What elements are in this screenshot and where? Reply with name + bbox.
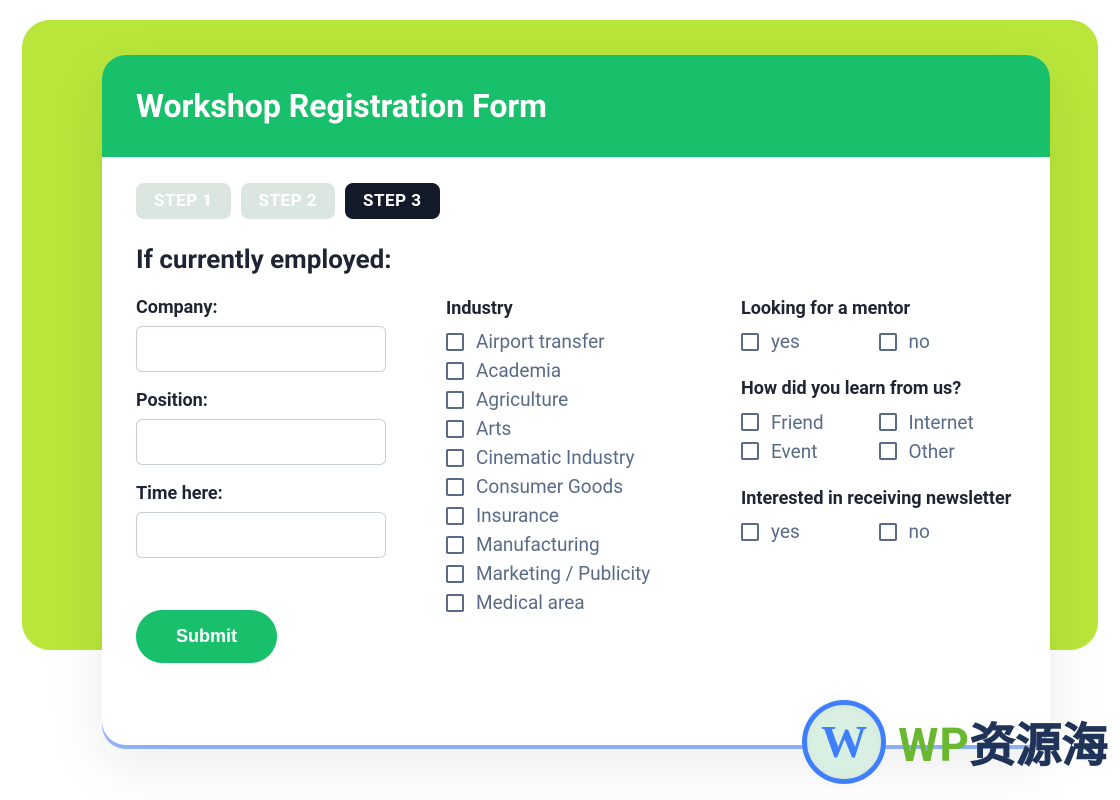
newsletter-option-no[interactable]: no (879, 520, 1017, 543)
checkbox-label: Internet (909, 411, 974, 434)
checkbox-label: Marketing / Publicity (476, 562, 650, 585)
mentor-option-no[interactable]: no (879, 330, 1017, 353)
form-header: Workshop Registration Form (102, 55, 1050, 157)
watermark-text: WP资源海 (898, 709, 1108, 775)
form-columns: Company: Position: Time here: Submit Ind… (136, 297, 1016, 663)
checkbox-icon (741, 333, 759, 351)
industry-option[interactable]: Airport transfer (446, 330, 711, 353)
checkbox-icon (446, 565, 464, 583)
company-label: Company: (136, 297, 416, 318)
checkbox-icon (879, 442, 897, 460)
checkbox-label: Arts (476, 417, 511, 440)
learn-option-internet[interactable]: Internet (879, 411, 1017, 434)
learn-option-friend[interactable]: Friend (741, 411, 879, 434)
newsletter-options: yes no (741, 520, 1016, 543)
form-body: STEP 1 STEP 2 STEP 3 If currently employ… (102, 157, 1050, 683)
mentor-option-yes[interactable]: yes (741, 330, 879, 353)
checkbox-label: Academia (476, 359, 561, 382)
industry-checklist: Airport transfer Academia Agriculture Ar… (446, 330, 711, 614)
watermark-prefix: WP (898, 719, 970, 773)
industry-option[interactable]: Manufacturing (446, 533, 711, 556)
mentor-options: yes no (741, 330, 1016, 353)
checkbox-label: Insurance (476, 504, 559, 527)
column-right: Looking for a mentor yes no How did you … (741, 297, 1016, 663)
checkbox-label: no (909, 520, 930, 543)
checkbox-label: Airport transfer (476, 330, 605, 353)
section-heading: If currently employed: (136, 245, 1016, 275)
newsletter-label: Interested in receiving newsletter (741, 487, 1016, 510)
checkbox-label: yes (771, 520, 800, 543)
form-title: Workshop Registration Form (136, 87, 547, 125)
position-input[interactable] (136, 419, 386, 465)
checkbox-label: Medical area (476, 591, 585, 614)
watermark-suffix: 资源海 (970, 709, 1108, 775)
learn-options: Friend Internet Event Other (741, 411, 1016, 463)
checkbox-label: Consumer Goods (476, 475, 623, 498)
learn-option-other[interactable]: Other (879, 440, 1017, 463)
checkbox-icon (446, 333, 464, 351)
industry-option[interactable]: Arts (446, 417, 711, 440)
submit-button[interactable]: Submit (136, 610, 277, 663)
checkbox-label: Cinematic Industry (476, 446, 635, 469)
industry-option[interactable]: Agriculture (446, 388, 711, 411)
column-industry: Industry Airport transfer Academia Agric… (446, 297, 711, 663)
position-label: Position: (136, 390, 416, 411)
checkbox-label: no (909, 330, 930, 353)
learn-label: How did you learn from us? (741, 377, 1016, 400)
checkbox-icon (446, 420, 464, 438)
checkbox-icon (446, 391, 464, 409)
watermark: W WP资源海 (802, 700, 1108, 784)
checkbox-icon (446, 478, 464, 496)
checkbox-icon (446, 362, 464, 380)
step-tabs: STEP 1 STEP 2 STEP 3 (136, 183, 1016, 219)
checkbox-icon (741, 523, 759, 541)
company-input[interactable] (136, 326, 386, 372)
checkbox-icon (446, 594, 464, 612)
newsletter-option-yes[interactable]: yes (741, 520, 879, 543)
checkbox-label: Friend (771, 411, 824, 434)
industry-option[interactable]: Academia (446, 359, 711, 382)
checkbox-icon (879, 413, 897, 431)
checkbox-icon (879, 523, 897, 541)
checkbox-icon (741, 413, 759, 431)
industry-option[interactable]: Consumer Goods (446, 475, 711, 498)
checkbox-label: Event (771, 440, 817, 463)
checkbox-label: Other (909, 440, 955, 463)
learn-option-event[interactable]: Event (741, 440, 879, 463)
checkbox-label: Agriculture (476, 388, 568, 411)
industry-option[interactable]: Cinematic Industry (446, 446, 711, 469)
step-2-tab[interactable]: STEP 2 (241, 183, 336, 219)
watermark-w-icon: W (821, 719, 867, 765)
time-here-label: Time here: (136, 483, 416, 504)
checkbox-label: yes (771, 330, 800, 353)
checkbox-icon (446, 449, 464, 467)
form-card: Workshop Registration Form STEP 1 STEP 2… (102, 55, 1050, 745)
industry-option[interactable]: Medical area (446, 591, 711, 614)
checkbox-icon (446, 536, 464, 554)
industry-option[interactable]: Marketing / Publicity (446, 562, 711, 585)
watermark-logo-icon: W (802, 700, 886, 784)
checkbox-icon (879, 333, 897, 351)
time-here-input[interactable] (136, 512, 386, 558)
column-left: Company: Position: Time here: Submit (136, 297, 416, 663)
checkbox-icon (446, 507, 464, 525)
step-1-tab[interactable]: STEP 1 (136, 183, 231, 219)
industry-option[interactable]: Insurance (446, 504, 711, 527)
checkbox-icon (741, 442, 759, 460)
checkbox-label: Manufacturing (476, 533, 600, 556)
industry-label: Industry (446, 297, 711, 320)
step-3-tab[interactable]: STEP 3 (345, 183, 440, 219)
mentor-label: Looking for a mentor (741, 297, 1016, 320)
